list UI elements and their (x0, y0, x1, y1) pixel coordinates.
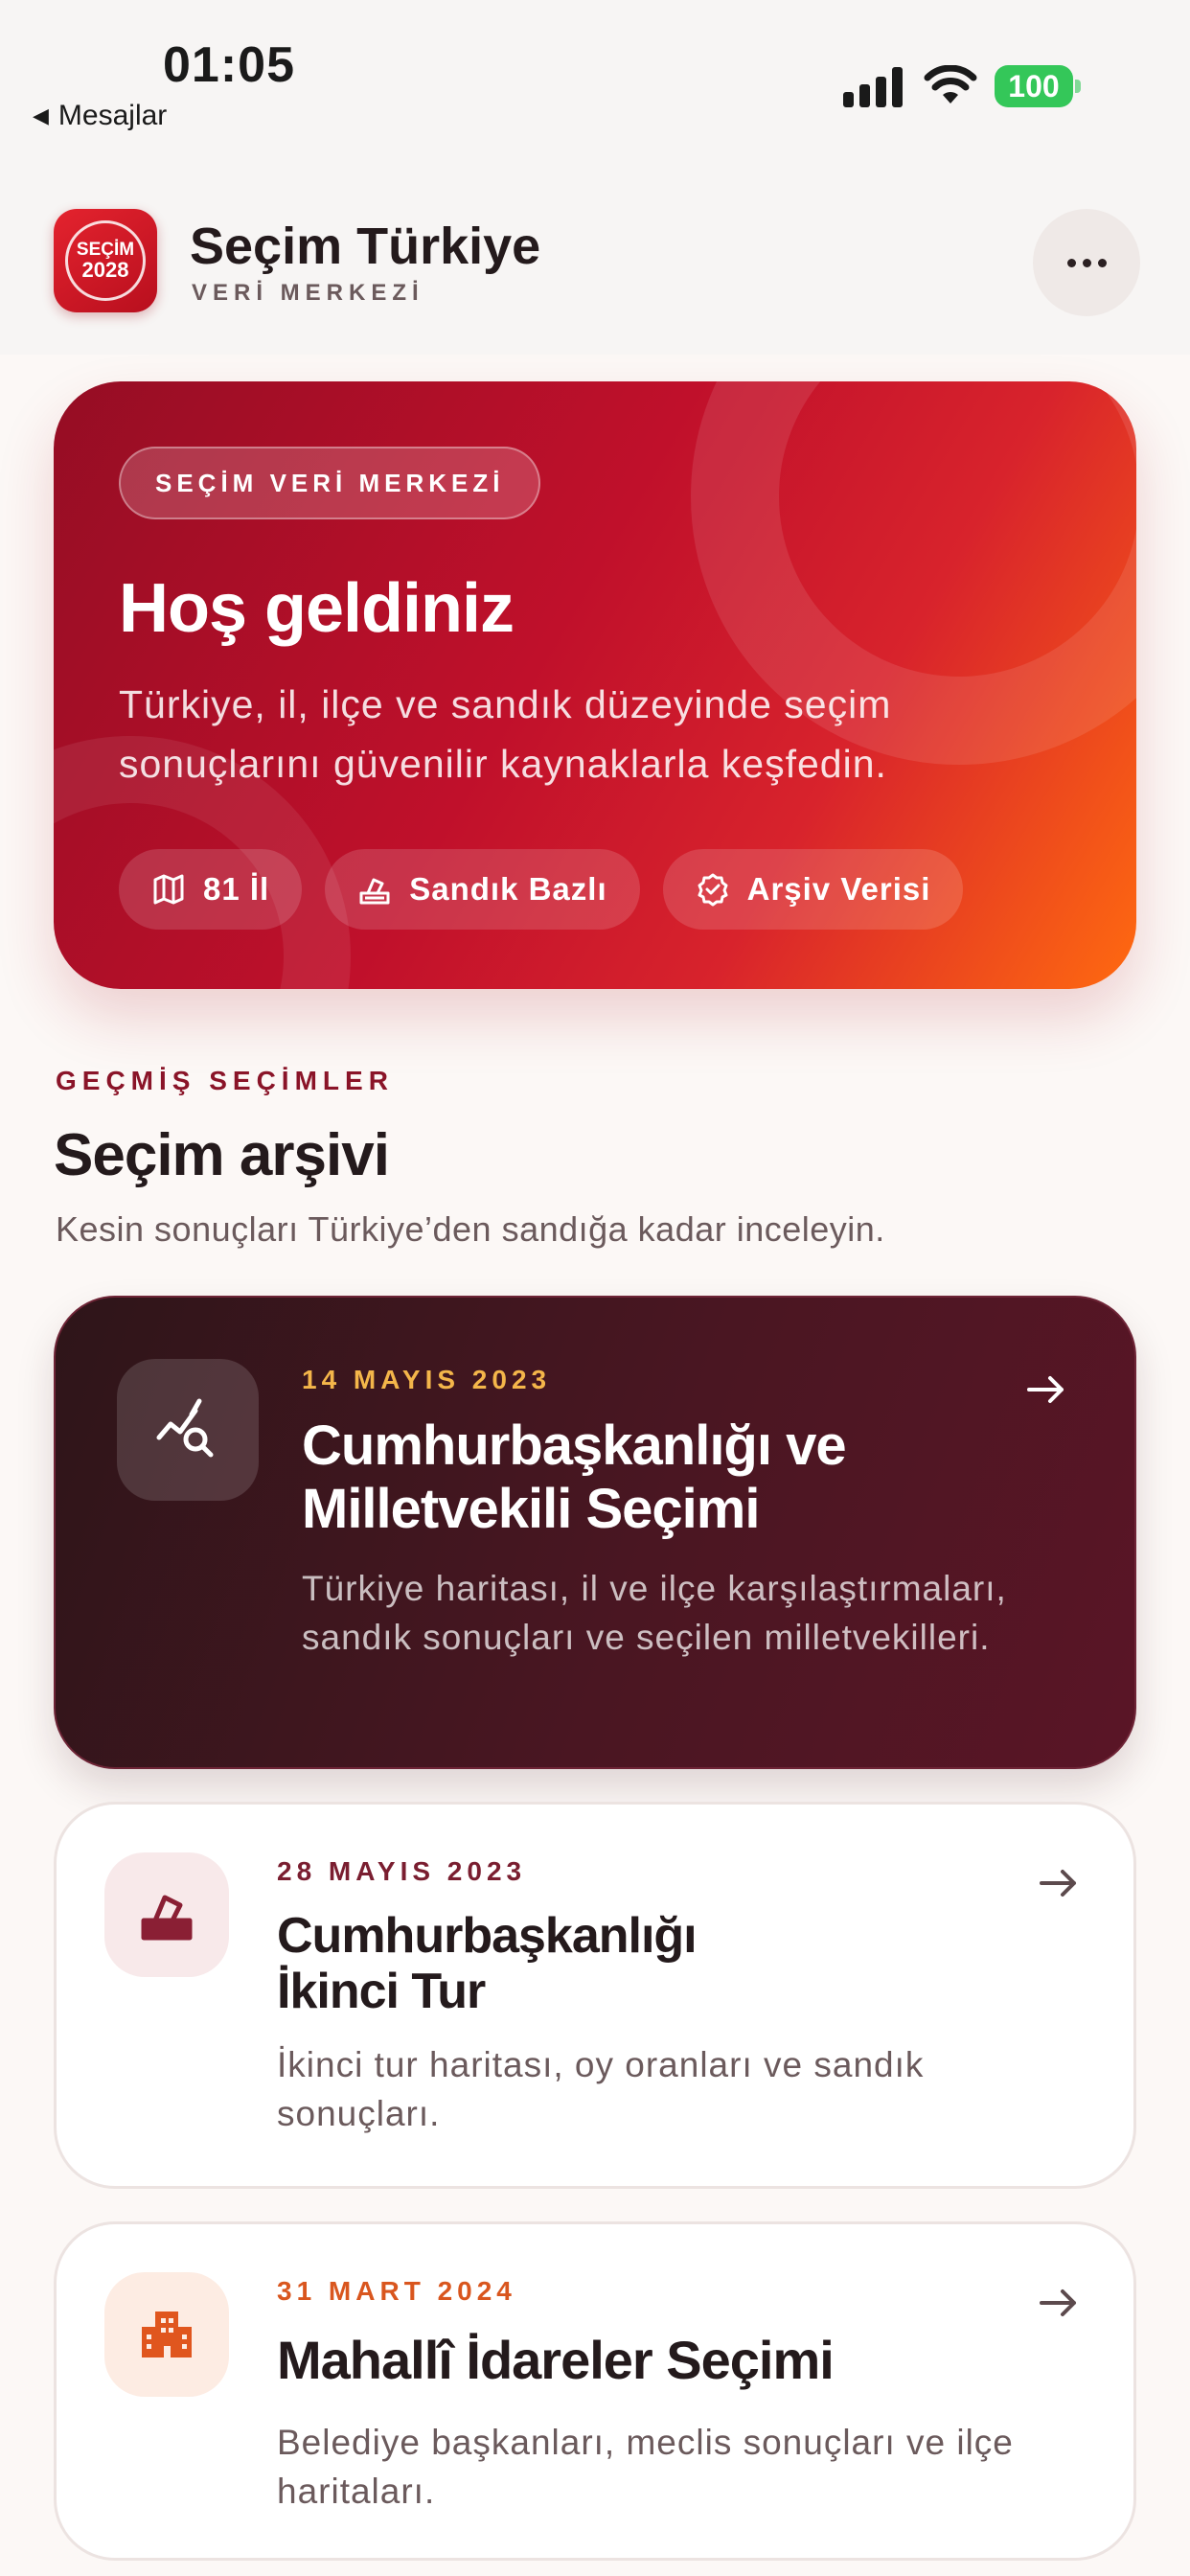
hero-description: Türkiye, il, ilçe ve sandık düzeyinde se… (119, 682, 892, 786)
chart-search-icon (156, 1398, 214, 1458)
map-icon (153, 874, 184, 905)
city-buildings-icon (142, 2312, 192, 2358)
verified-badge-icon (698, 873, 728, 907)
app-header: SEÇİM 2028 Seçim Türkiye VERİ MERKEZİ (0, 153, 1190, 355)
election-date: 14 MAYIS 2023 (302, 1365, 552, 1394)
ballot-box-icon (359, 878, 390, 905)
hero-badge: SEÇİM VERİ MERKEZİ (119, 447, 541, 519)
cellular-signal-icon (843, 67, 903, 107)
status-time: 01:05 (163, 37, 295, 93)
ellipsis-icon (1066, 258, 1076, 267)
battery-tip (1075, 80, 1081, 93)
welcome-hero-card: SEÇİM VERİ MERKEZİ Hoş geldiniz Türkiye,… (54, 381, 1136, 989)
section-description: Kesin sonuçları Türkiye’den sandığa kada… (56, 1209, 885, 1249)
ballot-box-icon (141, 1895, 193, 1941)
chip-label: 81 İl (203, 871, 270, 907)
election-title: Cumhurbaşkanlığı ve Milletvekili Seçimi (302, 1414, 847, 1540)
app-subtitle: VERİ MERKEZİ (192, 280, 424, 306)
arrow-right-icon (1027, 1376, 1064, 1403)
election-date: 28 MAYIS 2023 (277, 1856, 527, 1886)
election-card-2023-runoff[interactable]: 28 MAYIS 2023 Cumhurbaşkanlığı İkinci Tu… (54, 1802, 1136, 2189)
election-icon-tile (104, 1852, 229, 1977)
logo-text-year: 2028 (81, 258, 129, 282)
back-to-messages-link[interactable]: ◀ Mesajlar (33, 100, 167, 132)
section-title: Seçim arşivi (54, 1122, 390, 1188)
more-options-button[interactable] (1033, 209, 1140, 316)
arrow-right-icon (1040, 2289, 1076, 2316)
logo-text-top: SEÇİM (76, 240, 135, 260)
election-card-2024-local[interactable]: 31 MART 2024 Mahallî İdareler Seçimi Bel… (54, 2221, 1136, 2561)
election-icon-tile (104, 2272, 229, 2397)
section-eyebrow: GEÇMİŞ SEÇİMLER (56, 1066, 394, 1095)
election-card-2023-general[interactable]: 14 MAYIS 2023 Cumhurbaşkanlığı ve Millet… (54, 1296, 1136, 1769)
logo-emblem: SEÇİM 2028 (65, 220, 146, 301)
chip-label: Arşiv Verisi (746, 871, 931, 907)
ellipsis-dot (1097, 258, 1107, 267)
election-title: Cumhurbaşkanlığı İkinci Tur (277, 1908, 948, 2019)
arrow-right-icon (1040, 1870, 1076, 1897)
wifi-icon (924, 65, 977, 104)
election-description: İkinci tur haritası, oy oranları ve sand… (277, 2045, 925, 2133)
app-logo[interactable]: SEÇİM 2028 (54, 209, 157, 312)
election-icon-tile (117, 1359, 259, 1501)
election-description: Belediye başkanları, meclis sonuçları ve… (277, 2423, 1014, 2511)
election-title-line: Cumhurbaşkanlığı (277, 1908, 698, 1964)
election-title-line: İkinci Tur (277, 1964, 486, 2019)
hero-chips: 81 İl Sandık Bazlı Arşiv Verisi (119, 849, 964, 930)
chip-label: Sandık Bazlı (409, 871, 607, 907)
battery-indicator: 100 (995, 65, 1083, 107)
ellipsis-dot (1082, 258, 1091, 267)
election-description: Türkiye haritası, il ve ilçe karşılaştır… (302, 1569, 1007, 1657)
back-label: Mesajlar (57, 100, 168, 131)
app-title: Seçim Türkiye (190, 218, 541, 275)
chip-provinces[interactable]: 81 İl (119, 849, 303, 930)
election-date: 31 MART 2024 (277, 2276, 516, 2306)
status-bar: 01:05 ◀ Mesajlar 100 (0, 0, 1190, 153)
chip-ballot-box[interactable]: Sandık Bazlı (325, 849, 640, 930)
battery-level: 100 (995, 65, 1073, 107)
hero-title: Hoş geldiniz (119, 570, 515, 647)
back-triangle-icon: ◀ (33, 104, 49, 127)
election-title: Mahallî İdareler Seçimi (277, 2330, 835, 2390)
chip-archive-data[interactable]: Arşiv Verisi (662, 849, 964, 930)
